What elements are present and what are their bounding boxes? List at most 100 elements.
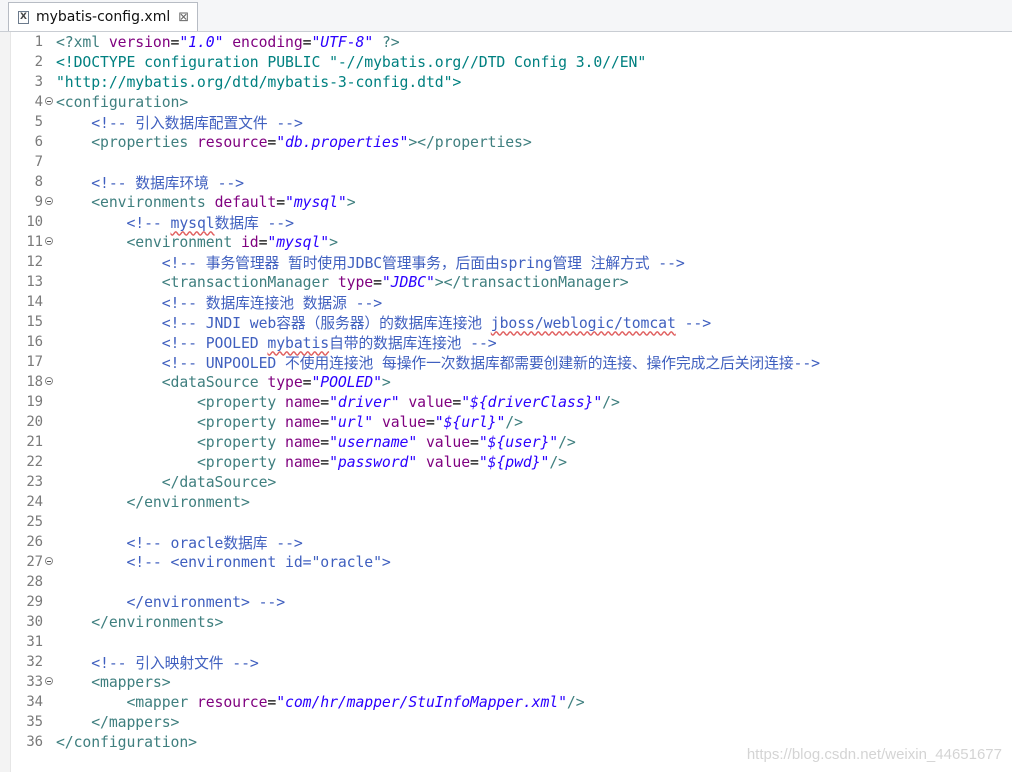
code-line[interactable]: 4 <configuration>: [0, 92, 820, 112]
code-text: <property name="username" value="${user}…: [46, 434, 576, 451]
code-line[interactable]: 10 <!-- mysql数据库 -->: [0, 212, 820, 232]
code-line[interactable]: 18 <dataSource type="POOLED">: [0, 372, 820, 392]
code-token: name: [285, 433, 321, 451]
line-number: 7: [34, 154, 43, 170]
code-token: "POOLED": [311, 373, 382, 391]
code-line[interactable]: 11 <environment id="mysql">: [0, 232, 820, 252]
code-line[interactable]: 13 <transactionManager type="JDBC"></tra…: [0, 272, 820, 292]
code-line[interactable]: 19 <property name="driver" value="${driv…: [0, 392, 820, 412]
code-token: <property: [196, 433, 286, 451]
code-token: <property: [196, 393, 286, 411]
code-token: "mysql": [285, 193, 347, 211]
code-token: />: [505, 413, 523, 431]
code-line[interactable]: 32 <!-- 引入映射文件 -->: [0, 652, 820, 672]
fold-toggle-icon[interactable]: [45, 677, 53, 685]
code-token: <!-- 引入数据库配置文件 -->: [91, 114, 303, 132]
code-line[interactable]: 34 <mapper resource="com/hr/mapper/StuIn…: [0, 692, 820, 712]
code-token: resource: [196, 133, 268, 151]
code-token: mysql: [170, 214, 215, 232]
line-number: 32: [26, 654, 43, 670]
line-number: 23: [26, 474, 43, 490]
code-text: <properties resource="db.properties"></p…: [46, 134, 532, 151]
code-line[interactable]: 7: [0, 152, 820, 172]
line-number: 21: [26, 434, 43, 450]
code-token: name: [285, 413, 321, 431]
code-line[interactable]: 14 <!-- 数据库连接池 数据源 -->: [0, 292, 820, 312]
line-number: 20: [26, 414, 43, 430]
code-token: =: [320, 433, 330, 451]
line-number: 8: [34, 174, 43, 190]
code-token: value: [425, 453, 471, 471]
code-line[interactable]: 28: [0, 572, 820, 592]
code-line[interactable]: 21 <property name="username" value="${us…: [0, 432, 820, 452]
code-line[interactable]: 30 </environments>: [0, 612, 820, 632]
code-token: <!-- UNPOOLED 不使用连接池 每操作一次数据库都需要创建新的连接、操…: [161, 354, 820, 372]
line-number: 18: [0, 374, 53, 390]
line-number: 19: [26, 394, 43, 410]
fold-toggle-icon[interactable]: [45, 557, 53, 565]
tab-mybatis-config[interactable]: X mybatis-config.xml ⊠: [8, 2, 198, 31]
code-line[interactable]: 35 </mappers>: [0, 712, 820, 732]
code-line[interactable]: 12 <!-- 事务管理器 暂时使用JDBC管理事务，后面由spring管理 注…: [0, 252, 820, 272]
code-line[interactable]: 1 <?xml version="1.0" encoding="UTF-8" ?>: [0, 32, 820, 52]
fold-toggle-icon[interactable]: [45, 197, 53, 205]
code-line[interactable]: 6 <properties resource="db.properties"><…: [0, 132, 820, 152]
code-line[interactable]: 9 <environments default="mysql">: [0, 192, 820, 212]
code-text: <!-- mysql数据库 -->: [46, 212, 294, 233]
code-token: <!DOCTYPE configuration PUBLIC "-//mybat…: [56, 53, 647, 71]
line-number: 31: [26, 634, 43, 650]
code-token: </environment> -->: [126, 593, 286, 611]
line-number: 29: [26, 594, 43, 610]
code-line[interactable]: 23 </dataSource>: [0, 472, 820, 492]
code-line[interactable]: 16 <!-- POOLED mybatis自带的数据库连接池 -->: [0, 332, 820, 352]
code-token: <mappers>: [91, 673, 171, 691]
code-text: <dataSource type="POOLED">: [46, 374, 391, 391]
code-token: resource: [196, 693, 268, 711]
code-line[interactable]: 25: [0, 512, 820, 532]
code-token: ></transactionManager>: [434, 273, 629, 291]
code-line[interactable]: 8 <!-- 数据库环境 -->: [0, 172, 820, 192]
code-line[interactable]: 33 <mappers>: [0, 672, 820, 692]
code-line[interactable]: 29 </environment> -->: [0, 592, 820, 612]
code-token: </mappers>: [91, 713, 180, 731]
code-line[interactable]: 36 </configuration>: [0, 732, 820, 752]
code-text: <!-- 事务管理器 暂时使用JDBC管理事务，后面由spring管理 注解方式…: [46, 252, 685, 273]
code-token: "http://mybatis.org/dtd/mybatis-3-config…: [56, 73, 462, 91]
code-line[interactable]: 15 <!-- JNDI web容器（服务器）的数据库连接池 jboss/web…: [0, 312, 820, 332]
code-token: mybatis: [267, 334, 330, 352]
line-number: 35: [26, 714, 43, 730]
code-line[interactable]: 26 <!-- oracle数据库 -->: [0, 532, 820, 552]
code-line[interactable]: 22 <property name="password" value="${pw…: [0, 452, 820, 472]
code-token: </environment>: [126, 493, 250, 511]
close-icon[interactable]: ⊠: [178, 10, 189, 25]
code-line[interactable]: 31: [0, 632, 820, 652]
fold-toggle-icon[interactable]: [45, 377, 53, 385]
code-token: encoding: [232, 33, 303, 51]
line-number: 5: [34, 114, 43, 130]
code-token: <!-- oracle数据库 -->: [126, 534, 303, 552]
code-line[interactable]: 20 <property name="url" value="${url}"/>: [0, 412, 820, 432]
fold-toggle-icon[interactable]: [45, 97, 53, 105]
code-line[interactable]: 24 </environment>: [0, 492, 820, 512]
code-lines: 1 <?xml version="1.0" encoding="UTF-8" ?>…: [0, 32, 820, 752]
code-token: <environments: [91, 193, 215, 211]
line-number: 24: [26, 494, 43, 510]
code-text: <!DOCTYPE configuration PUBLIC "-//mybat…: [46, 54, 646, 71]
code-line[interactable]: 17 <!-- UNPOOLED 不使用连接池 每操作一次数据库都需要创建新的连…: [0, 352, 820, 372]
code-editor[interactable]: 1 <?xml version="1.0" encoding="UTF-8" ?>…: [0, 32, 1012, 772]
code-token: =: [470, 433, 479, 451]
code-line[interactable]: 3 "http://mybatis.org/dtd/mybatis-3-confi…: [0, 72, 820, 92]
code-line[interactable]: 27 <!-- <environment id="oracle">: [0, 552, 820, 572]
code-line[interactable]: 5 <!-- 引入数据库配置文件 -->: [0, 112, 820, 132]
fold-toggle-icon[interactable]: [45, 237, 53, 245]
code-text: <!-- <environment id="oracle">: [46, 554, 390, 571]
code-token: <!-- POOLED: [161, 334, 268, 352]
code-line[interactable]: 2 <!DOCTYPE configuration PUBLIC "-//myba…: [0, 52, 820, 72]
code-token: <!-- JNDI web容器（服务器）的数据库连接池: [161, 314, 491, 332]
